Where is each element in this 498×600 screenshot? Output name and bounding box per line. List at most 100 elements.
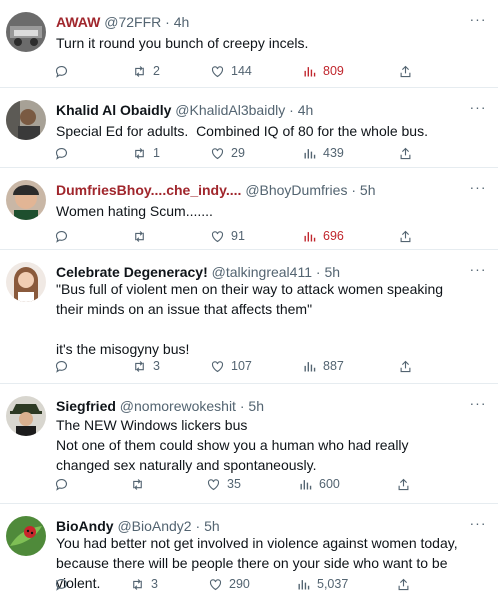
retweet-icon bbox=[133, 578, 142, 590]
user-handle[interactable]: @nomorewokeshit bbox=[120, 398, 236, 414]
like-button[interactable]: 144 bbox=[210, 61, 252, 81]
separator-dot: · bbox=[195, 518, 201, 534]
view-count: 809 bbox=[323, 64, 344, 78]
views-button[interactable]: 439 bbox=[302, 143, 344, 163]
tweet[interactable]: AWAW @72FFR · 4h ··· Turn it round you b… bbox=[0, 0, 498, 88]
share-button[interactable] bbox=[398, 61, 413, 81]
avatar[interactable] bbox=[6, 396, 46, 436]
like-count: 29 bbox=[231, 146, 245, 160]
more-options-icon[interactable]: ··· bbox=[468, 100, 488, 116]
view-count: 600 bbox=[319, 477, 340, 491]
reply-button[interactable] bbox=[54, 356, 75, 376]
display-name[interactable]: BioAndy bbox=[56, 518, 114, 534]
tweet[interactable]: BioAndy @BioAndy2 · 5h ··· You had bette… bbox=[0, 504, 498, 600]
views-button[interactable]: 5,037 bbox=[296, 574, 348, 594]
avatar[interactable] bbox=[6, 262, 46, 302]
reply-icon bbox=[55, 578, 68, 591]
tweet[interactable]: Siegfried @nomorewokeshit · 5h ··· The N… bbox=[0, 384, 498, 504]
heart-icon bbox=[211, 147, 224, 159]
like-button[interactable]: 35 bbox=[206, 474, 241, 494]
reply-button[interactable] bbox=[54, 474, 75, 494]
view-count: 887 bbox=[323, 359, 344, 373]
display-name[interactable]: Celebrate Degeneracy! bbox=[56, 264, 208, 280]
share-icon bbox=[400, 360, 411, 372]
separator-dot: · bbox=[239, 398, 245, 414]
more-options-icon[interactable]: ··· bbox=[468, 180, 488, 196]
display-name[interactable]: AWAW bbox=[56, 14, 100, 30]
heart-icon bbox=[211, 230, 224, 242]
retweet-icon bbox=[135, 65, 144, 77]
user-handle[interactable]: @BioAndy2 bbox=[117, 518, 191, 534]
timestamp[interactable]: 5h bbox=[324, 264, 340, 280]
tweet-header: Khalid Al Obaidly @KhalidAl3baidly · 4h bbox=[56, 102, 458, 119]
action-bar: 3 290 5,037 bbox=[54, 574, 424, 594]
reply-icon bbox=[55, 147, 68, 160]
user-handle[interactable]: @72FFR bbox=[104, 14, 161, 30]
share-button[interactable] bbox=[398, 226, 413, 246]
more-options-icon[interactable]: ··· bbox=[468, 516, 488, 532]
views-button[interactable]: 887 bbox=[302, 356, 344, 376]
action-bar: 3 107 887 bbox=[54, 356, 424, 376]
share-button[interactable] bbox=[396, 574, 411, 594]
timestamp[interactable]: 4h bbox=[174, 14, 190, 30]
timestamp[interactable]: 4h bbox=[298, 102, 314, 118]
like-button[interactable]: 290 bbox=[208, 574, 250, 594]
retweet-button[interactable]: 3 bbox=[132, 356, 160, 376]
user-handle[interactable]: @talkingreal411 bbox=[212, 264, 312, 280]
view-count: 5,037 bbox=[317, 577, 349, 591]
display-name[interactable]: Khalid Al Obaidly bbox=[56, 102, 171, 118]
more-options-icon[interactable]: ··· bbox=[468, 262, 488, 278]
tweet[interactable]: Celebrate Degeneracy! @talkingreal411 · … bbox=[0, 250, 498, 384]
view-count: 439 bbox=[323, 146, 344, 160]
share-icon bbox=[398, 478, 409, 490]
tweet-text: Turn it round you bunch of creepy incels… bbox=[56, 35, 309, 51]
separator-dot: · bbox=[315, 264, 321, 280]
views-button[interactable]: 696 bbox=[302, 226, 344, 246]
avatar[interactable] bbox=[6, 100, 46, 140]
retweet-button[interactable] bbox=[130, 474, 151, 494]
retweet-button[interactable]: 2 bbox=[132, 61, 160, 81]
timestamp[interactable]: 5h bbox=[248, 398, 264, 414]
reply-button[interactable] bbox=[54, 226, 75, 246]
action-bar: 35 600 bbox=[54, 474, 424, 494]
user-handle[interactable]: @KhalidAl3baidly bbox=[175, 102, 285, 118]
views-icon bbox=[304, 361, 316, 371]
views-icon bbox=[304, 148, 316, 158]
retweet-button[interactable] bbox=[132, 226, 153, 246]
reply-button[interactable] bbox=[54, 61, 75, 81]
like-count: 107 bbox=[231, 359, 252, 373]
reply-button[interactable] bbox=[54, 143, 75, 163]
like-button[interactable]: 91 bbox=[210, 226, 245, 246]
like-button[interactable]: 29 bbox=[210, 143, 245, 163]
views-icon bbox=[304, 231, 316, 241]
views-icon bbox=[298, 579, 310, 589]
share-icon bbox=[400, 147, 411, 159]
more-options-icon[interactable]: ··· bbox=[468, 12, 488, 28]
tweet-text: Special Ed for adults. Combined IQ of 80… bbox=[56, 123, 428, 139]
avatar[interactable] bbox=[6, 180, 46, 220]
retweet-icon bbox=[135, 230, 144, 242]
reply-button[interactable] bbox=[54, 574, 75, 594]
avatar[interactable] bbox=[6, 516, 46, 556]
more-options-icon[interactable]: ··· bbox=[468, 396, 488, 412]
tweet[interactable]: DumfriesBhoy....che_indy.... @BhoyDumfri… bbox=[0, 168, 498, 250]
timestamp[interactable]: 5h bbox=[204, 518, 220, 534]
retweet-button[interactable]: 3 bbox=[130, 574, 158, 594]
timestamp[interactable]: 5h bbox=[360, 182, 376, 198]
views-button[interactable]: 600 bbox=[298, 474, 340, 494]
display-name[interactable]: DumfriesBhoy....che_indy.... bbox=[56, 182, 241, 198]
retweet-icon bbox=[133, 478, 142, 490]
share-button[interactable] bbox=[398, 356, 413, 376]
tweet-text: Women hating Scum....... bbox=[56, 203, 213, 219]
heart-icon bbox=[209, 578, 222, 590]
user-handle[interactable]: @BhoyDumfries bbox=[245, 182, 347, 198]
like-button[interactable]: 107 bbox=[210, 356, 252, 376]
avatar[interactable] bbox=[6, 12, 46, 52]
views-button[interactable]: 809 bbox=[302, 61, 344, 81]
retweet-button[interactable]: 1 bbox=[132, 143, 160, 163]
display-name[interactable]: Siegfried bbox=[56, 398, 116, 414]
tweet[interactable]: Khalid Al Obaidly @KhalidAl3baidly · 4h … bbox=[0, 88, 498, 168]
share-button[interactable] bbox=[398, 143, 413, 163]
action-bar: 91 696 bbox=[54, 226, 424, 246]
share-button[interactable] bbox=[396, 474, 411, 494]
